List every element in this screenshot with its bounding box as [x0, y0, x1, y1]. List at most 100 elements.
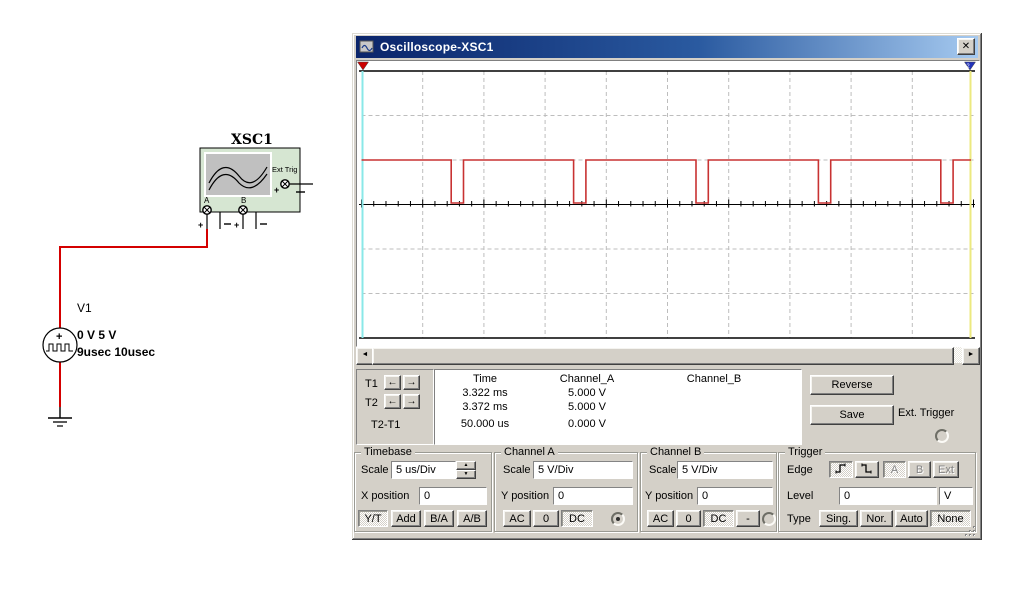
trigger-level-input[interactable] — [839, 487, 937, 505]
circuit-schematic: XSC1 Ext Trig + A — [0, 0, 352, 599]
timebase-group: Timebase Scale ▲ ▼ X position Y/T Add B/… — [354, 452, 492, 532]
t2t1-channel-a: 0.000 V — [535, 418, 639, 430]
timebase-scale-input[interactable] — [391, 461, 456, 479]
trigger-level-label: Level — [787, 490, 813, 502]
trigger-rising-edge-button[interactable] — [829, 461, 853, 478]
t1-time: 3.322 ms — [435, 387, 535, 399]
channel-b-scale-input[interactable] — [677, 461, 773, 479]
channel-b-dc-button[interactable]: DC — [703, 510, 734, 527]
channel-b-connector — [762, 512, 776, 526]
scope-display[interactable]: 2 — [356, 60, 980, 347]
title-bar[interactable]: Oscilloscope-XSC1 ✕ — [356, 36, 978, 58]
t1-readout-row: 3.322 ms 5.000 V — [435, 387, 801, 399]
save-button[interactable]: Save — [810, 405, 894, 425]
t2-time: 3.372 ms — [435, 401, 535, 413]
trigger-source-ext-button[interactable]: Ext — [933, 461, 959, 478]
trigger-type-sing-button[interactable]: Sing. — [819, 510, 858, 527]
timebase-ab-button[interactable]: A/B — [457, 510, 487, 527]
ext-trig-plus: + — [274, 185, 279, 195]
timebase-scale-spinner: ▲ ▼ — [456, 461, 476, 479]
spin-up-button[interactable]: ▲ — [456, 461, 476, 470]
t1-label: T1 — [365, 378, 378, 390]
trigger-title: Trigger — [785, 446, 825, 458]
left-arrow-icon: ← — [388, 396, 398, 407]
t1-left-button[interactable]: ← — [384, 375, 401, 390]
timebase-yt-button[interactable]: Y/T — [358, 510, 388, 527]
t1-right-button[interactable]: → — [403, 375, 420, 390]
trigger-type-nor-button[interactable]: Nor. — [860, 510, 893, 527]
spin-down-button[interactable]: ▼ — [456, 470, 476, 479]
channel-b-ypos-input[interactable] — [697, 487, 773, 505]
cursor-controls: T1 ← → T2 ← → T2-T1 — [356, 369, 434, 445]
measurement-readout: Time Channel_A Channel_B 3.322 ms 5.000 … — [434, 369, 802, 445]
channel-a-dc-button[interactable]: DC — [561, 510, 593, 527]
timebase-xpos-label: X position — [361, 490, 409, 502]
source-plus: + — [56, 331, 62, 343]
rising-edge-icon — [834, 462, 848, 475]
channel-b-minus-button[interactable]: - — [736, 510, 760, 527]
readout-header-row: Time Channel_A Channel_B — [435, 373, 801, 385]
close-icon: ✕ — [962, 41, 970, 52]
left-arrow-icon: ← — [388, 377, 398, 388]
trigger-edge-label: Edge — [787, 464, 813, 476]
right-arrow-icon: → — [407, 377, 417, 388]
col-channel-b: Channel_B — [639, 373, 789, 385]
t2-right-button[interactable]: → — [403, 394, 420, 409]
channel-b-ac-button[interactable]: AC — [647, 510, 674, 527]
trigger-type-label: Type — [787, 513, 811, 525]
col-channel-a: Channel_A — [535, 373, 639, 385]
channel-a-ac-button[interactable]: AC — [503, 510, 531, 527]
app-icon — [359, 39, 375, 55]
horizontal-scrollbar[interactable]: ◄ ► — [356, 347, 978, 363]
ground-symbol[interactable] — [48, 407, 72, 426]
channel-b-zero-button[interactable]: 0 — [676, 510, 701, 527]
timebase-title: Timebase — [361, 446, 415, 458]
oscilloscope-window: Oscilloscope-XSC1 ✕ 2 ◄ ► T1 ← → T2 ← → … — [352, 33, 982, 540]
timebase-add-button[interactable]: Add — [391, 510, 421, 527]
reverse-button[interactable]: Reverse — [810, 375, 894, 395]
t2t1-channel-b — [639, 418, 789, 430]
resize-grip[interactable] — [964, 525, 977, 538]
multisim-workspace: XSC1 Ext Trig + A — [0, 0, 1022, 599]
t2-left-button[interactable]: ← — [384, 394, 401, 409]
scope-component-label: XSC1 — [231, 132, 273, 148]
channel-a-title: Channel A — [501, 446, 558, 458]
channel-b-ypos-label: Y position — [645, 490, 693, 502]
trigger-source-a-button[interactable]: A — [883, 461, 906, 478]
timebase-xpos-input[interactable] — [419, 487, 487, 505]
t1-channel-a: 5.000 V — [535, 387, 639, 399]
t2t1-readout-row: 50.000 us 0.000 V — [435, 418, 801, 430]
t2-channel-b — [639, 401, 789, 413]
channel-a-zero-button[interactable]: 0 — [533, 510, 559, 527]
channel-b-title: Channel B — [647, 446, 704, 458]
channel-a-ypos-input[interactable] — [553, 487, 633, 505]
channel-a-connector — [611, 512, 625, 526]
t2t1-label: T2-T1 — [371, 419, 400, 431]
spin-up-icon: ▲ — [464, 462, 469, 468]
scope-component[interactable]: Ext Trig + A + — [198, 148, 313, 230]
ext-trigger-label: Ext. Trigger — [898, 407, 954, 419]
timebase-ba-button[interactable]: B/A — [424, 510, 454, 527]
scroll-thumb[interactable] — [372, 347, 954, 365]
trigger-type-auto-button[interactable]: Auto — [895, 510, 928, 527]
terminal-b-label: B — [241, 196, 246, 205]
col-time: Time — [435, 373, 535, 385]
trigger-falling-edge-button[interactable] — [855, 461, 879, 478]
trigger-level-unit[interactable] — [939, 487, 973, 505]
channel-a-ypos-label: Y position — [501, 490, 549, 502]
terminal-b-plus: + — [234, 220, 239, 230]
window-title: Oscilloscope-XSC1 — [380, 40, 493, 54]
channel-a-live-dot — [616, 517, 620, 521]
trigger-group: Trigger Edge A B Ext Level — [778, 452, 976, 532]
channel-a-scale-input[interactable] — [533, 461, 633, 479]
t2-channel-a: 5.000 V — [535, 401, 639, 413]
t2t1-time: 50.000 us — [435, 418, 535, 430]
ext-trig-label: Ext Trig — [272, 165, 297, 174]
channel-a-group: Channel A Scale Y position AC 0 DC — [494, 452, 638, 532]
close-button[interactable]: ✕ — [957, 38, 975, 55]
source-v1[interactable]: + — [43, 328, 77, 362]
source-ref-label: V1 — [77, 301, 92, 315]
scroll-right-button[interactable]: ► — [962, 347, 980, 365]
t2-label: T2 — [365, 397, 378, 409]
trigger-source-b-button[interactable]: B — [908, 461, 931, 478]
